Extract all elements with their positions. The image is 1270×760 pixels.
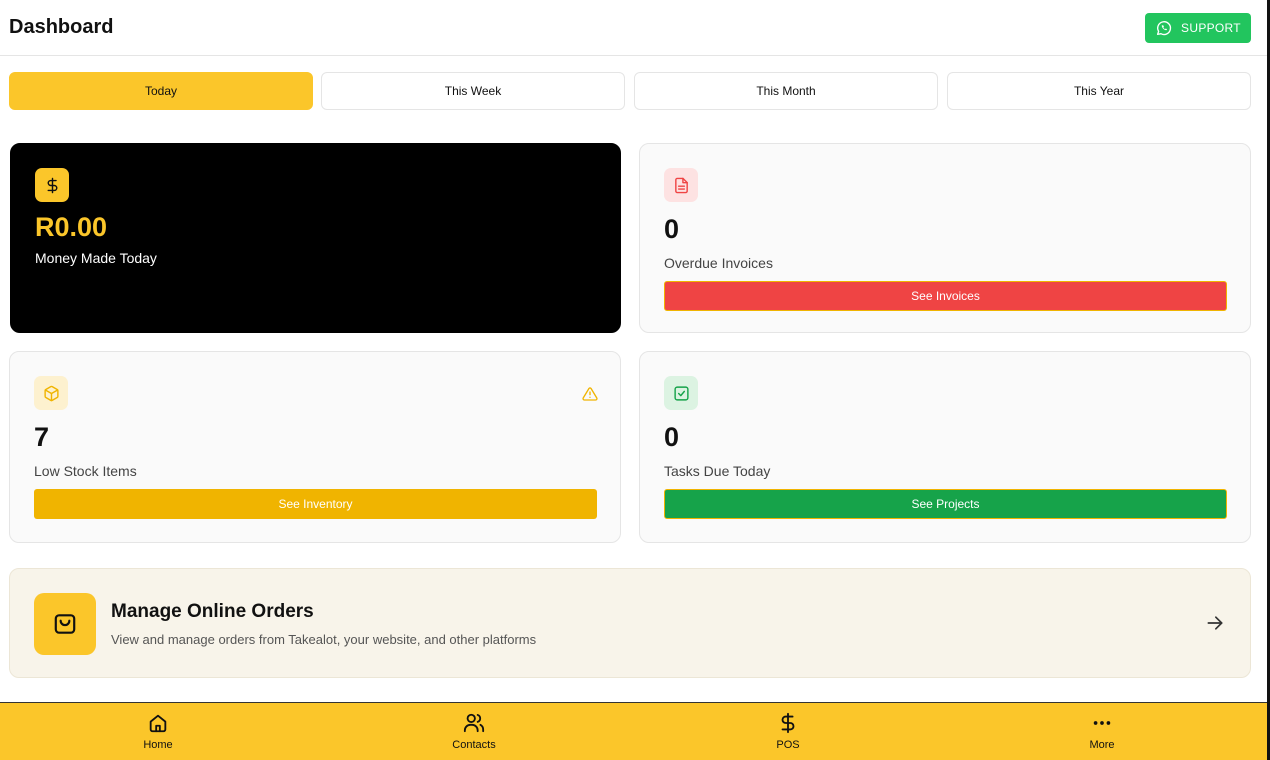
- orders-title: Manage Online Orders: [111, 601, 314, 622]
- nav-label-pos: POS: [776, 739, 800, 751]
- nav-item-pos[interactable]: POS: [630, 703, 946, 760]
- dollar-icon: [47, 177, 57, 193]
- nav-item-contacts[interactable]: Contacts: [316, 703, 632, 760]
- tab-this-week[interactable]: This Week: [321, 72, 625, 110]
- bottom-nav: Home Contacts POS More: [0, 702, 1267, 760]
- stock-card: 7 Low Stock Items See Inventory: [9, 351, 621, 543]
- package-icon: [43, 385, 59, 401]
- checkbox-icon: [673, 385, 689, 401]
- nav-label-home: Home: [143, 739, 173, 751]
- invoices-card: 0 Overdue Invoices See Invoices: [639, 143, 1251, 333]
- support-label: SUPPORT: [1181, 21, 1241, 35]
- users-icon: [463, 713, 485, 733]
- money-icon-box: [35, 168, 69, 202]
- nav-label-more: More: [1089, 739, 1115, 751]
- see-projects-button[interactable]: See Projects: [664, 489, 1227, 519]
- header: Dashboard SUPPORT: [0, 0, 1267, 56]
- tasks-icon-box: [664, 376, 698, 410]
- money-card: R0.00 Money Made Today: [10, 143, 621, 333]
- nav-item-more[interactable]: More: [944, 703, 1260, 760]
- tasks-label: Tasks Due Today: [664, 463, 771, 479]
- stock-icon-box: [34, 376, 68, 410]
- tasks-value: 0: [664, 422, 680, 452]
- tab-today[interactable]: Today: [9, 72, 313, 110]
- home-icon: [149, 714, 167, 733]
- tab-this-year[interactable]: This Year: [947, 72, 1251, 110]
- stock-value: 7: [34, 422, 50, 452]
- invoices-label: Overdue Invoices: [664, 255, 773, 271]
- orders-subtitle: View and manage orders from Takealot, yo…: [111, 632, 537, 647]
- arrow-right-icon: [1207, 616, 1223, 630]
- more-icon: [1093, 721, 1111, 725]
- page-title: Dashboard: [9, 16, 114, 38]
- money-label: Money Made Today: [35, 250, 157, 266]
- stock-label: Low Stock Items: [34, 463, 137, 479]
- dollar-icon: [781, 712, 795, 734]
- invoices-icon-box: [664, 168, 698, 202]
- nav-label-contacts: Contacts: [452, 739, 496, 751]
- orders-icon-box: [34, 593, 96, 655]
- warning-icon: [582, 387, 598, 401]
- see-invoices-button[interactable]: See Invoices: [664, 281, 1227, 311]
- support-button[interactable]: SUPPORT: [1145, 13, 1251, 43]
- document-icon: [674, 177, 688, 193]
- money-value: R0.00: [35, 212, 108, 242]
- manage-orders-banner[interactable]: Manage Online Orders View and manage ord…: [9, 568, 1251, 678]
- whatsapp-icon: [1156, 21, 1172, 36]
- nav-item-home[interactable]: Home: [0, 703, 316, 760]
- invoices-value: 0: [664, 214, 680, 244]
- tab-this-month[interactable]: This Month: [634, 72, 938, 110]
- shopping-bag-icon: [54, 614, 76, 634]
- see-inventory-button[interactable]: See Inventory: [34, 489, 597, 519]
- tasks-card: 0 Tasks Due Today See Projects: [639, 351, 1251, 543]
